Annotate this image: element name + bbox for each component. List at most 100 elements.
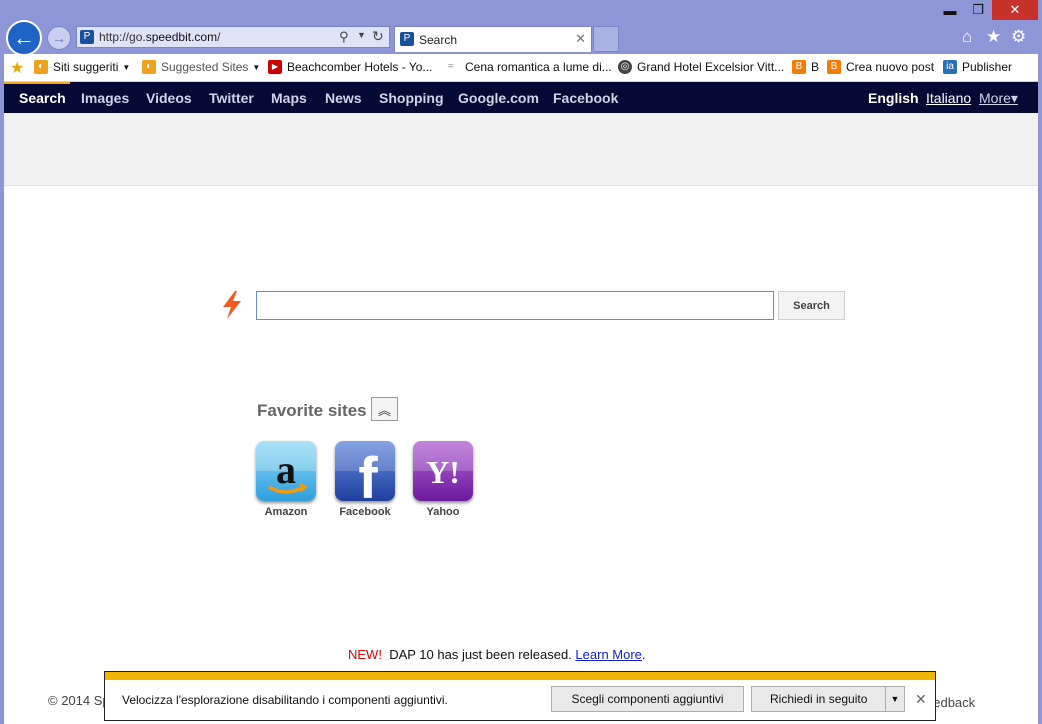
svg-text:f: f xyxy=(358,446,378,501)
page-content: Search Favorite sites ︽ a f Y! Amazon Fa… xyxy=(4,113,1038,724)
favorites-item-crea-nuovo-post[interactable]: B Crea nuovo post xyxy=(827,60,934,74)
chevron-down-icon[interactable]: ▼ xyxy=(357,30,366,40)
nav-google[interactable]: Google.com xyxy=(458,90,539,106)
favorite-label-facebook[interactable]: Facebook xyxy=(325,506,405,518)
nav-news[interactable]: News xyxy=(325,90,362,106)
collapse-favorites-button[interactable]: ︽ xyxy=(371,397,398,421)
favorite-sites-title: Favorite sites xyxy=(257,401,367,420)
svg-text:Y!: Y! xyxy=(426,454,460,490)
address-bar[interactable]: P http://go.speedbit.com/ ⚲ ▼ ↻ xyxy=(76,26,390,48)
back-button[interactable]: ← xyxy=(6,20,42,56)
choose-addons-button[interactable]: Scegli componenti aggiuntivi xyxy=(551,686,744,712)
nav-facebook[interactable]: Facebook xyxy=(553,90,618,106)
search-button[interactable]: Search xyxy=(778,291,845,320)
close-icon[interactable]: ✕ xyxy=(915,691,927,708)
notice-period: . xyxy=(641,647,646,662)
favorites-item-label: Siti suggeriti xyxy=(53,60,119,74)
url-prefix: http://go. xyxy=(99,30,146,44)
chevron-down-icon: ▼ xyxy=(122,62,131,72)
favorites-item-label: Publisher xyxy=(962,60,1013,74)
close-tab-icon[interactable]: ✕ xyxy=(575,31,586,47)
address-url[interactable]: http://go.speedbit.com/ xyxy=(99,30,220,44)
star-icon[interactable]: ★ xyxy=(986,27,1001,47)
addon-notification-bar: Velocizza l'esplorazione disabilitando i… xyxy=(104,671,936,721)
language-italiano[interactable]: Italiano xyxy=(926,90,971,106)
new-badge: NEW! xyxy=(348,647,382,662)
tab-title: Search xyxy=(419,33,458,47)
search-icon[interactable]: ⚲ xyxy=(339,29,349,45)
site-top-nav: Search Images Videos Twitter Maps News S… xyxy=(4,82,1038,113)
tab-search[interactable]: P Search ✕ xyxy=(394,26,592,52)
favorite-label-amazon[interactable]: Amazon xyxy=(246,506,326,518)
nav-search[interactable]: Search xyxy=(19,90,66,106)
favorites-item-publisher[interactable]: ia Publisher xyxy=(943,60,1012,74)
ask-later-button[interactable]: Richiedi in seguito ▼ xyxy=(751,686,905,712)
home-icon[interactable]: ⌂ xyxy=(962,27,972,47)
site-favicon-icon: P xyxy=(80,30,94,44)
url-suffix: / xyxy=(217,30,221,44)
favorites-item-label: Crea nuovo post xyxy=(846,60,935,74)
nav-twitter[interactable]: Twitter xyxy=(209,90,254,106)
svg-text:a: a xyxy=(276,447,296,492)
refresh-icon[interactable]: ↻ xyxy=(372,28,384,45)
add-favorite-star-icon[interactable]: ★ xyxy=(10,58,24,78)
lightning-bolt-icon xyxy=(223,291,241,319)
back-arrow-icon: ← xyxy=(13,25,35,50)
nav-maps[interactable]: Maps xyxy=(271,90,307,106)
footer-copyright: © 2014 Sp xyxy=(48,693,110,708)
youtube-icon: ▶ xyxy=(268,60,282,74)
notification-accent-stripe xyxy=(105,672,935,680)
more-languages[interactable]: More▾ xyxy=(979,90,1018,107)
active-nav-indicator xyxy=(4,82,70,84)
yahoo-logo-icon: Y! xyxy=(413,441,473,490)
favorite-tile-facebook[interactable]: f xyxy=(335,441,395,501)
chevron-down-icon: ▼ xyxy=(252,62,261,72)
forward-button[interactable]: → xyxy=(47,26,71,50)
window-close-button[interactable]: ✕ xyxy=(992,0,1038,20)
blogger-icon: B xyxy=(792,60,806,74)
publisher-icon: ia xyxy=(943,60,957,74)
learn-more-link[interactable]: Learn More xyxy=(575,647,641,662)
double-chevron-up-icon: ︽ xyxy=(377,402,391,418)
favorite-label-yahoo[interactable]: Yahoo xyxy=(403,506,483,518)
favorites-item-label: Suggested Sites xyxy=(161,60,249,74)
favorites-item-label: B xyxy=(811,60,820,74)
new-tab-button[interactable] xyxy=(593,26,619,52)
suggested-sites-icon: ◐ xyxy=(34,60,48,74)
language-english[interactable]: English xyxy=(868,90,919,106)
favorites-item-siti-suggeriti[interactable]: ◐ Siti suggeriti ▼ xyxy=(34,60,130,74)
favorites-item-label: Grand Hotel Excelsior Vitt... xyxy=(637,60,785,74)
favorites-item-suggested-sites[interactable]: ◐ Suggested Sites ▼ xyxy=(142,60,260,74)
nav-shopping[interactable]: Shopping xyxy=(379,90,444,106)
favorites-item-cena-romantica[interactable]: ≈ Cena romantica a lume di... xyxy=(442,60,612,74)
browser-titlebar: ← → P http://go.speedbit.com/ ⚲ ▼ ↻ P Se… xyxy=(0,0,1042,56)
site-icon: ≈ xyxy=(448,61,454,72)
favorites-item-label: Cena romantica a lume di... xyxy=(465,60,612,74)
forward-arrow-icon: → xyxy=(52,30,66,46)
favorites-item-beachcomber[interactable]: ▶ Beachcomber Hotels - Yo... xyxy=(268,60,432,74)
maximize-button[interactable]: ❐ xyxy=(964,0,992,20)
favorites-item-grand-hotel[interactable]: ◎ Grand Hotel Excelsior Vitt... xyxy=(618,60,784,74)
favorite-tile-yahoo[interactable]: Y! xyxy=(413,441,473,501)
release-notice: NEW! DAP 10 has just been released. Lear… xyxy=(348,647,646,662)
notification-message: Velocizza l'esplorazione disabilitando i… xyxy=(122,693,448,707)
favorite-tile-amazon[interactable]: a xyxy=(256,441,316,501)
amazon-logo-icon: a xyxy=(256,441,316,494)
favorites-item-label: Beachcomber Hotels - Yo... xyxy=(287,60,433,74)
site-icon: ◎ xyxy=(618,60,632,74)
notice-text: DAP 10 has just been released. xyxy=(389,647,572,662)
nav-images[interactable]: Images xyxy=(81,90,129,106)
facebook-logo-icon: f xyxy=(335,441,395,501)
ask-later-label: Richiedi in seguito xyxy=(770,692,868,706)
minimize-button[interactable]: ▬ xyxy=(936,0,964,20)
suggested-sites-icon: ◐ xyxy=(142,60,156,74)
favorites-bar: ★ ◐ Siti suggeriti ▼ ◐ Suggested Sites ▼… xyxy=(4,54,1038,82)
gear-icon[interactable]: ⚙ xyxy=(1011,27,1026,47)
chevron-down-icon[interactable]: ▼ xyxy=(885,687,904,711)
search-input[interactable] xyxy=(256,291,774,320)
nav-videos[interactable]: Videos xyxy=(146,90,192,106)
url-domain: speedbit.com xyxy=(145,30,218,44)
top-banner xyxy=(4,113,1038,186)
favorites-item-b[interactable]: B B xyxy=(792,60,819,74)
blogger-icon: B xyxy=(827,60,841,74)
